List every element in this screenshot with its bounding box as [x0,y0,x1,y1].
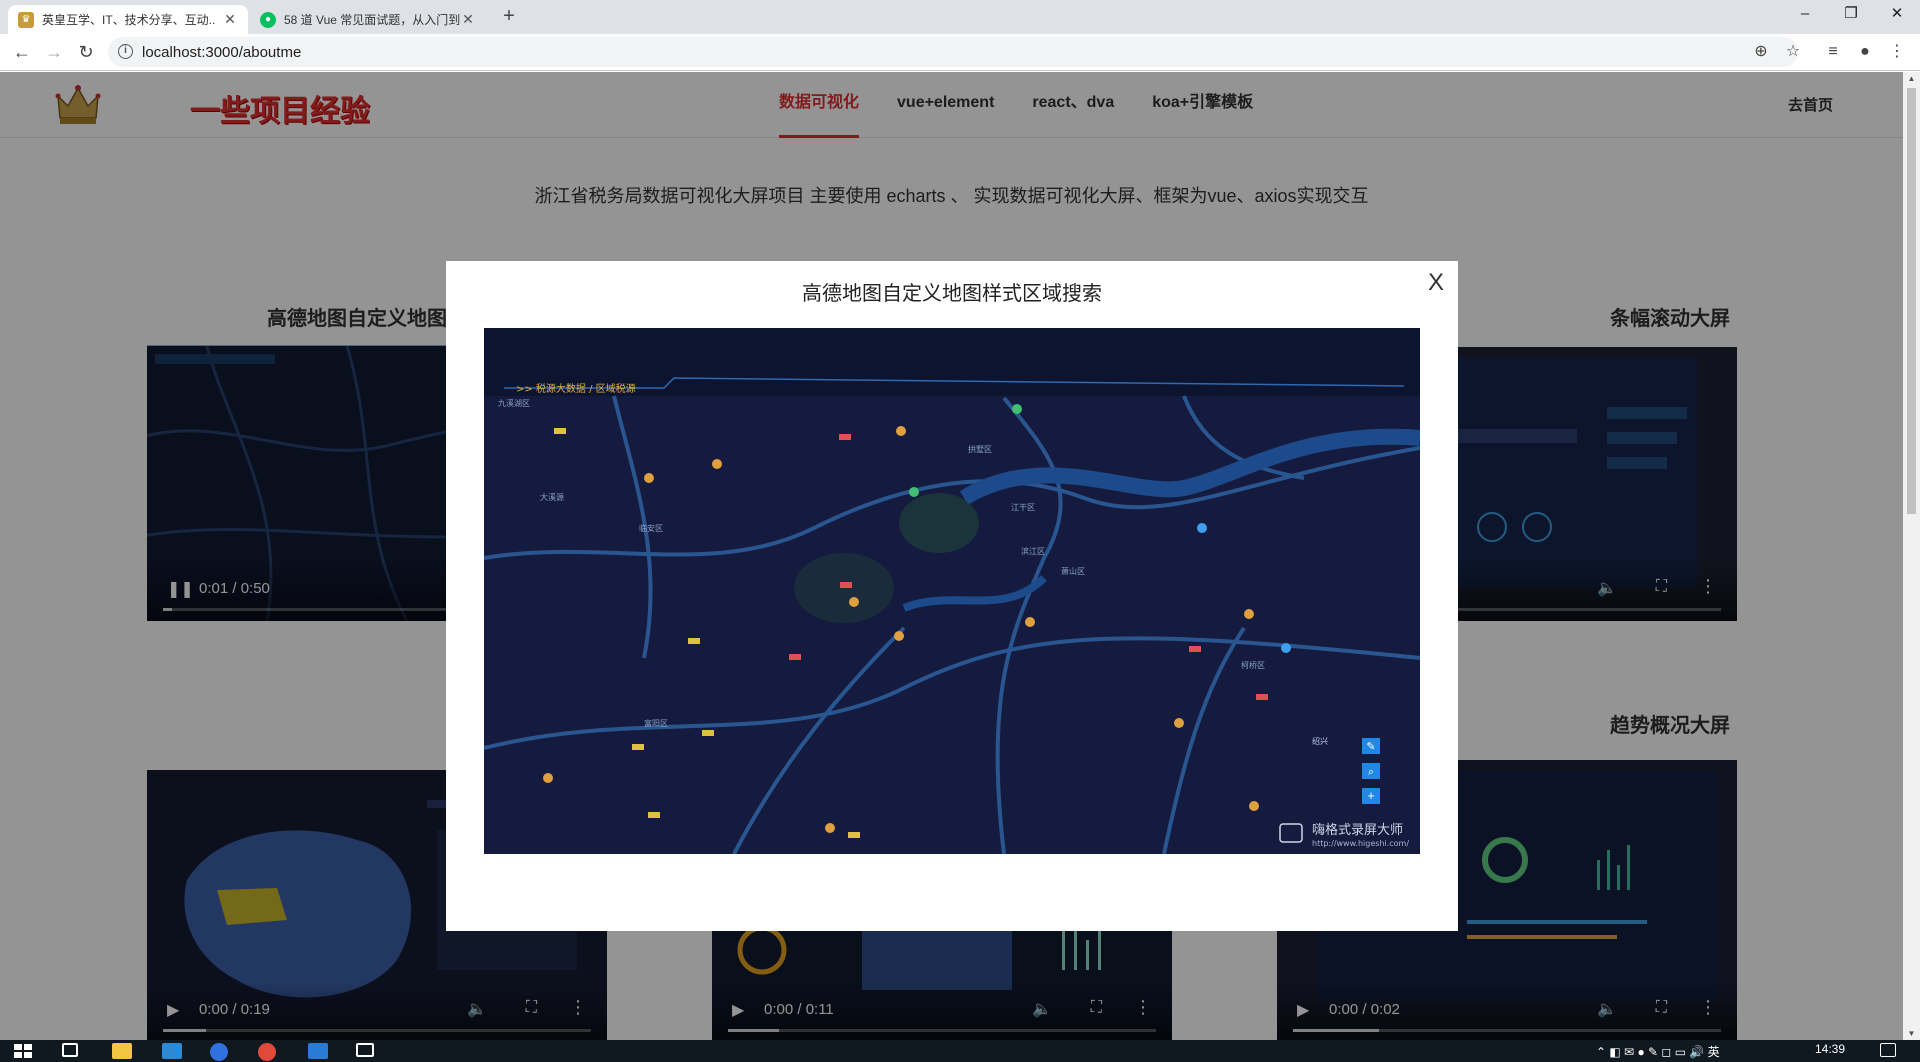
tab-title: 58 道 Vue 常见面试题，从入门到.. [284,13,460,27]
modal-title: 高德地图自定义地图样式区域搜索 [802,283,1102,305]
page-scrollbar[interactable]: ▲ ▼ [1903,72,1920,1040]
wechat-favicon-icon: ● [260,11,276,28]
scroll-up-icon[interactable]: ▲ [1903,74,1920,83]
tab-vue-interview[interactable]: ● 58 道 Vue 常见面试题，从入门到.. ✕ [250,5,486,34]
map-label: 临安区 [639,523,663,533]
map-tool-buttons[interactable]: ✎ ⌕ + [1362,738,1380,804]
address-bar[interactable]: i localhost:3000/aboutme [108,37,1798,67]
map-label: 绍兴 [1312,736,1328,746]
close-tab-icon[interactable]: ✕ [222,11,238,28]
svg-text:✎: ✎ [1366,741,1375,753]
windows-start-icon[interactable] [14,1043,32,1059]
close-tab-icon[interactable]: ✕ [460,11,476,28]
app-p-icon[interactable] [308,1043,328,1059]
restore-icon[interactable]: ❐ [1828,0,1874,30]
scrollbar-thumb[interactable] [1907,88,1916,514]
media-control-icon[interactable]: ≡ [1820,39,1846,65]
tab-aboutme[interactable]: ♛ 英皇互学、IT、技术分享、互动.. ✕ [8,5,248,34]
watermark-title: 嗨格式录屏大师 [1312,822,1403,838]
new-tab-button[interactable]: + [495,5,523,28]
map-label: 富阳区 [644,718,668,728]
reload-icon[interactable]: ↻ [72,38,100,66]
site-info-icon[interactable]: i [118,44,133,59]
modal-video-player[interactable]: 九溪湖区 富阳区 临安区 拱墅区 江干区 滨江区 萧山区 柯桥区 绍兴 大溪源 … [484,328,1420,854]
forward-icon[interactable]: → [40,38,68,66]
camera-app-icon[interactable] [356,1043,374,1057]
scroll-down-icon[interactable]: ▼ [1903,1029,1920,1038]
profile-avatar-icon[interactable]: ● [1852,39,1878,65]
app-k-icon[interactable] [210,1043,228,1061]
chrome-icon[interactable] [258,1043,276,1061]
file-explorer-icon[interactable] [112,1043,132,1059]
map-label: 滨江区 [1021,546,1045,556]
map-breadcrumb: >> 税源大数据 / 区域税源 [516,382,636,395]
system-tray-icons[interactable]: ⌃ ◧ ✉ ● ✎ ◻ ▭ 🔊 英 [1596,1043,1720,1060]
svg-text:+: + [1367,788,1375,803]
map-label: 拱墅区 [968,444,992,454]
map-label: 萧山区 [1061,566,1085,576]
task-view-icon[interactable] [62,1043,78,1057]
close-window-icon[interactable]: ✕ [1874,0,1920,30]
modal-close-button[interactable]: X [1428,269,1444,297]
bookmark-star-icon[interactable]: ☆ [1780,39,1806,65]
tab-strip: ♛ 英皇互学、IT、技术分享、互动.. ✕ ● 58 道 Vue 常见面试题，从… [0,0,1920,34]
taskbar-clock: 14:39 [1815,1042,1846,1056]
vscode-icon[interactable] [162,1043,182,1059]
windows-taskbar: ⌃ ◧ ✉ ● ✎ ◻ ▭ 🔊 英 14:39 [0,1040,1920,1062]
map-label: 大溪源 [540,492,564,502]
tab-title: 英皇互学、IT、技术分享、互动.. [42,13,216,27]
map-label: 柯桥区 [1241,660,1265,670]
watermark-url: http://www.higeshi.com/ [1312,839,1409,848]
notifications-icon[interactable] [1880,1043,1896,1057]
browser-toolbar: ← → ↻ i localhost:3000/aboutme ⊕ ☆ ≡ ● ⋮ [0,34,1920,71]
map-label: 江干区 [1011,503,1035,512]
menu-kebab-icon[interactable]: ⋮ [1884,39,1910,65]
url-text: localhost:3000/aboutme [142,44,302,61]
video-modal: 高德地图自定义地图样式区域搜索 X 九溪湖区 富阳区 临安区 拱墅区 江干区 滨… [446,261,1458,931]
back-icon[interactable]: ← [8,38,36,66]
map-label: 九溪湖区 [498,398,530,408]
svg-text:⌕: ⌕ [1368,766,1374,778]
crown-favicon-icon: ♛ [18,11,34,28]
zoom-icon[interactable]: ⊕ [1748,39,1774,65]
page: 一些项目经验 数据可视化 vue+element react、dva koa+引… [0,72,1903,1040]
map-video-frame: 九溪湖区 富阳区 临安区 拱墅区 江干区 滨江区 萧山区 柯桥区 绍兴 大溪源 … [484,328,1420,854]
minimize-icon[interactable]: – [1782,0,1828,30]
